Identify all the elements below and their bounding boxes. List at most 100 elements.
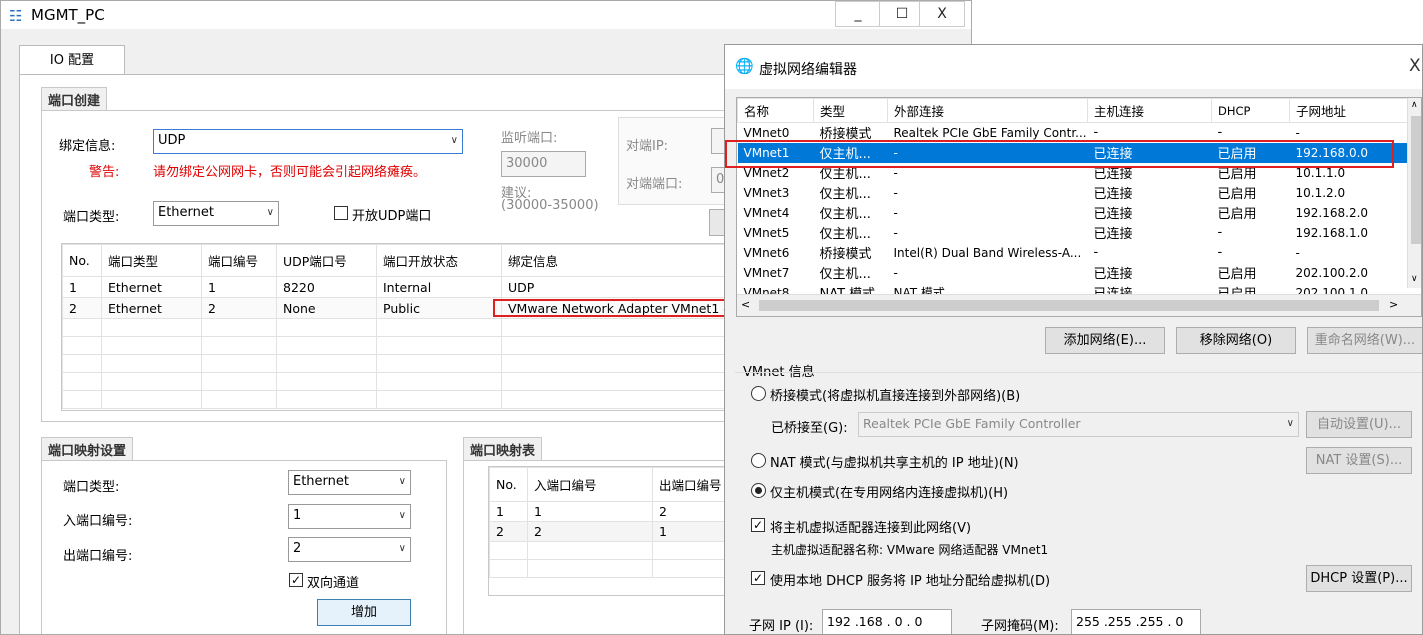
chevron-down-icon[interactable]: ∨ xyxy=(1411,274,1418,284)
cell: UDP xyxy=(501,276,740,298)
table-row[interactable]: 2 2 1 xyxy=(489,521,732,542)
table-row[interactable]: VMnet7 仅主机... - 已连接 已启用 202.100.2.0 xyxy=(738,263,1408,283)
cell: - xyxy=(893,265,898,280)
close-icon[interactable]: X xyxy=(1409,56,1421,76)
cell: None xyxy=(276,297,377,319)
chevron-left-icon[interactable]: < xyxy=(741,298,750,311)
col-header[interactable]: 名称 xyxy=(737,98,814,123)
cell: 8220 xyxy=(276,276,377,298)
subnet-mask-label: 子网掩码(M): xyxy=(981,619,1059,634)
cell: 仅主机... xyxy=(819,227,871,242)
cell: - xyxy=(893,225,898,240)
bridge-radio[interactable] xyxy=(751,386,766,401)
auto-settings-button[interactable]: 自动设置(U)... xyxy=(1306,411,1412,438)
hostonly-radio[interactable] xyxy=(751,483,766,498)
map-table-title: 端口映射表 xyxy=(463,437,543,461)
chevron-right-icon[interactable]: > xyxy=(1389,298,1398,311)
in-port-select[interactable]: 1 ∨ xyxy=(288,504,411,529)
nat-settings-button[interactable]: NAT 设置(S)... xyxy=(1306,447,1412,474)
cell: 1 xyxy=(527,501,653,522)
vnet-editor-window: 🌐 虚拟网络编辑器 X 名称 类型 外部连接 主机连接 DHCP 子网地址 VM… xyxy=(724,44,1423,635)
in-port-label: 入端口编号: xyxy=(63,514,133,529)
table-row[interactable]: VMnet3 仅主机... - 已连接 已启用 10.1.2.0 xyxy=(738,183,1408,203)
table-row[interactable]: 1 Ethernet 1 8220 Internal UDP xyxy=(62,276,740,298)
remove-network-button[interactable]: 移除网络(O) xyxy=(1176,327,1296,354)
listen-port-label: 监听端口: xyxy=(501,131,558,146)
cell: 2 xyxy=(62,297,102,319)
table-row[interactable]: VMnet4 仅主机... - 已连接 已启用 192.168.2.0 xyxy=(738,203,1408,223)
cell: 已启用 xyxy=(1217,207,1257,222)
port-type-select[interactable]: Ethernet ∨ xyxy=(153,201,279,226)
nat-radio-label: NAT 模式(与虚拟机共享主机的 IP 地址)(N) xyxy=(770,456,1019,471)
dhcp-checkbox[interactable]: ✓ xyxy=(751,571,765,585)
close-button[interactable]: X xyxy=(919,1,965,27)
bind-value: UDP xyxy=(158,133,186,148)
col-header[interactable]: 子网地址 xyxy=(1289,98,1408,123)
horizontal-scrollbar[interactable]: < > xyxy=(737,294,1421,316)
connect-adapter-label: 将主机虚拟适配器连接到此网络(V) xyxy=(770,521,972,536)
cell: 已启用 xyxy=(1217,267,1257,282)
map-type-value: Ethernet xyxy=(293,474,349,489)
col-header: 绑定信息 xyxy=(501,244,740,277)
cell: VMnet3 xyxy=(743,185,790,200)
minimize-button[interactable]: _ xyxy=(835,1,881,27)
port-table-header: No. 端口类型 端口编号 UDP端口号 端口开放状态 绑定信息 xyxy=(62,244,740,277)
chevron-up-icon[interactable]: ∧ xyxy=(1411,100,1418,110)
out-port-select[interactable]: 2 ∨ xyxy=(288,537,411,562)
cell: Ethernet xyxy=(101,276,202,298)
vne-title-bar[interactable]: 🌐 虚拟网络编辑器 X xyxy=(725,45,1422,89)
bidir-checkbox[interactable]: ✓ xyxy=(289,573,303,587)
dhcp-settings-button[interactable]: DHCP 设置(P)... xyxy=(1306,565,1412,592)
cell: VMnet5 xyxy=(743,225,790,240)
col-header[interactable]: DHCP xyxy=(1211,98,1290,123)
bridge-radio-label: 桥接模式(将虚拟机直接连接到外部网络)(B) xyxy=(770,389,1021,404)
col-header[interactable]: 外部连接 xyxy=(887,98,1088,123)
listen-port-input[interactable]: 30000 xyxy=(501,151,586,177)
cell: - xyxy=(1217,225,1223,240)
cell: 仅主机... xyxy=(819,267,871,282)
bridged-to-value: Realtek PCIe GbE Family Controller xyxy=(863,416,1081,431)
scrollbar-thumb[interactable] xyxy=(1411,116,1421,244)
tab-io-config[interactable]: IO 配置 xyxy=(19,45,125,75)
vnet-list-header: 名称 类型 外部连接 主机连接 DHCP 子网地址 xyxy=(737,98,1408,123)
cell: Ethernet xyxy=(101,297,202,319)
cell: 2 xyxy=(652,501,732,522)
table-row[interactable]: VMnet6 桥接模式 Intel(R) Dual Band Wireless-A.… xyxy=(738,243,1408,263)
cell: - xyxy=(1217,245,1223,260)
connect-adapter-checkbox[interactable]: ✓ xyxy=(751,518,765,532)
vertical-scrollbar[interactable]: ∧ ∨ xyxy=(1407,98,1421,288)
nat-radio[interactable] xyxy=(751,453,766,468)
mgmt-title-bar[interactable]: ☷ MGMT_PC _ ☐ X xyxy=(1,1,971,29)
globe-icon: 🌐 xyxy=(735,57,754,75)
chevron-down-icon: ∨ xyxy=(266,207,274,218)
highlight-box xyxy=(725,140,1394,168)
col-header: No. xyxy=(489,467,528,502)
map-type-select[interactable]: Ethernet ∨ xyxy=(288,470,411,495)
table-row[interactable]: VMnet5 仅主机... - 已连接 - 192.168.1.0 xyxy=(738,223,1408,243)
add-network-button[interactable]: 添加网络(E)... xyxy=(1045,327,1165,354)
suggest-range: (30000-35000) xyxy=(501,198,599,213)
dhcp-label: 使用本地 DHCP 服务将 IP 地址分配给虚拟机(D) xyxy=(770,574,1051,589)
subnet-ip-input[interactable]: 192 .168 . 0 . 0 xyxy=(822,609,952,634)
rename-network-button[interactable]: 重命名网络(W)... xyxy=(1307,327,1422,354)
scrollbar-thumb[interactable] xyxy=(759,300,1379,311)
subnet-ip-label: 子网 IP (I): xyxy=(749,619,814,634)
table-row[interactable]: 1 1 2 xyxy=(489,501,732,522)
add-mapping-button[interactable]: 增加 xyxy=(317,599,411,626)
col-header: 入端口编号 xyxy=(527,467,653,502)
out-port-label: 出端口编号: xyxy=(63,549,133,564)
cell: VMnet7 xyxy=(743,265,790,280)
col-header[interactable]: 类型 xyxy=(813,98,888,123)
vnet-info-title: VMnet 信息 xyxy=(743,365,815,380)
cell: 已连接 xyxy=(1093,207,1133,222)
open-udp-checkbox[interactable] xyxy=(334,206,348,220)
subnet-mask-input[interactable]: 255 .255 .255 . 0 xyxy=(1071,609,1201,634)
bind-select[interactable]: UDP ∨ xyxy=(153,129,463,154)
cell: - xyxy=(893,205,898,220)
peer-ip-label: 对端IP: xyxy=(626,139,669,154)
chevron-down-icon: ∨ xyxy=(398,476,406,487)
bridged-to-select[interactable]: Realtek PCIe GbE Family Controller ∨ xyxy=(858,412,1299,437)
chevron-down-icon: ∨ xyxy=(398,543,406,554)
col-header[interactable]: 主机连接 xyxy=(1087,98,1212,123)
col-header: 端口编号 xyxy=(201,244,277,277)
